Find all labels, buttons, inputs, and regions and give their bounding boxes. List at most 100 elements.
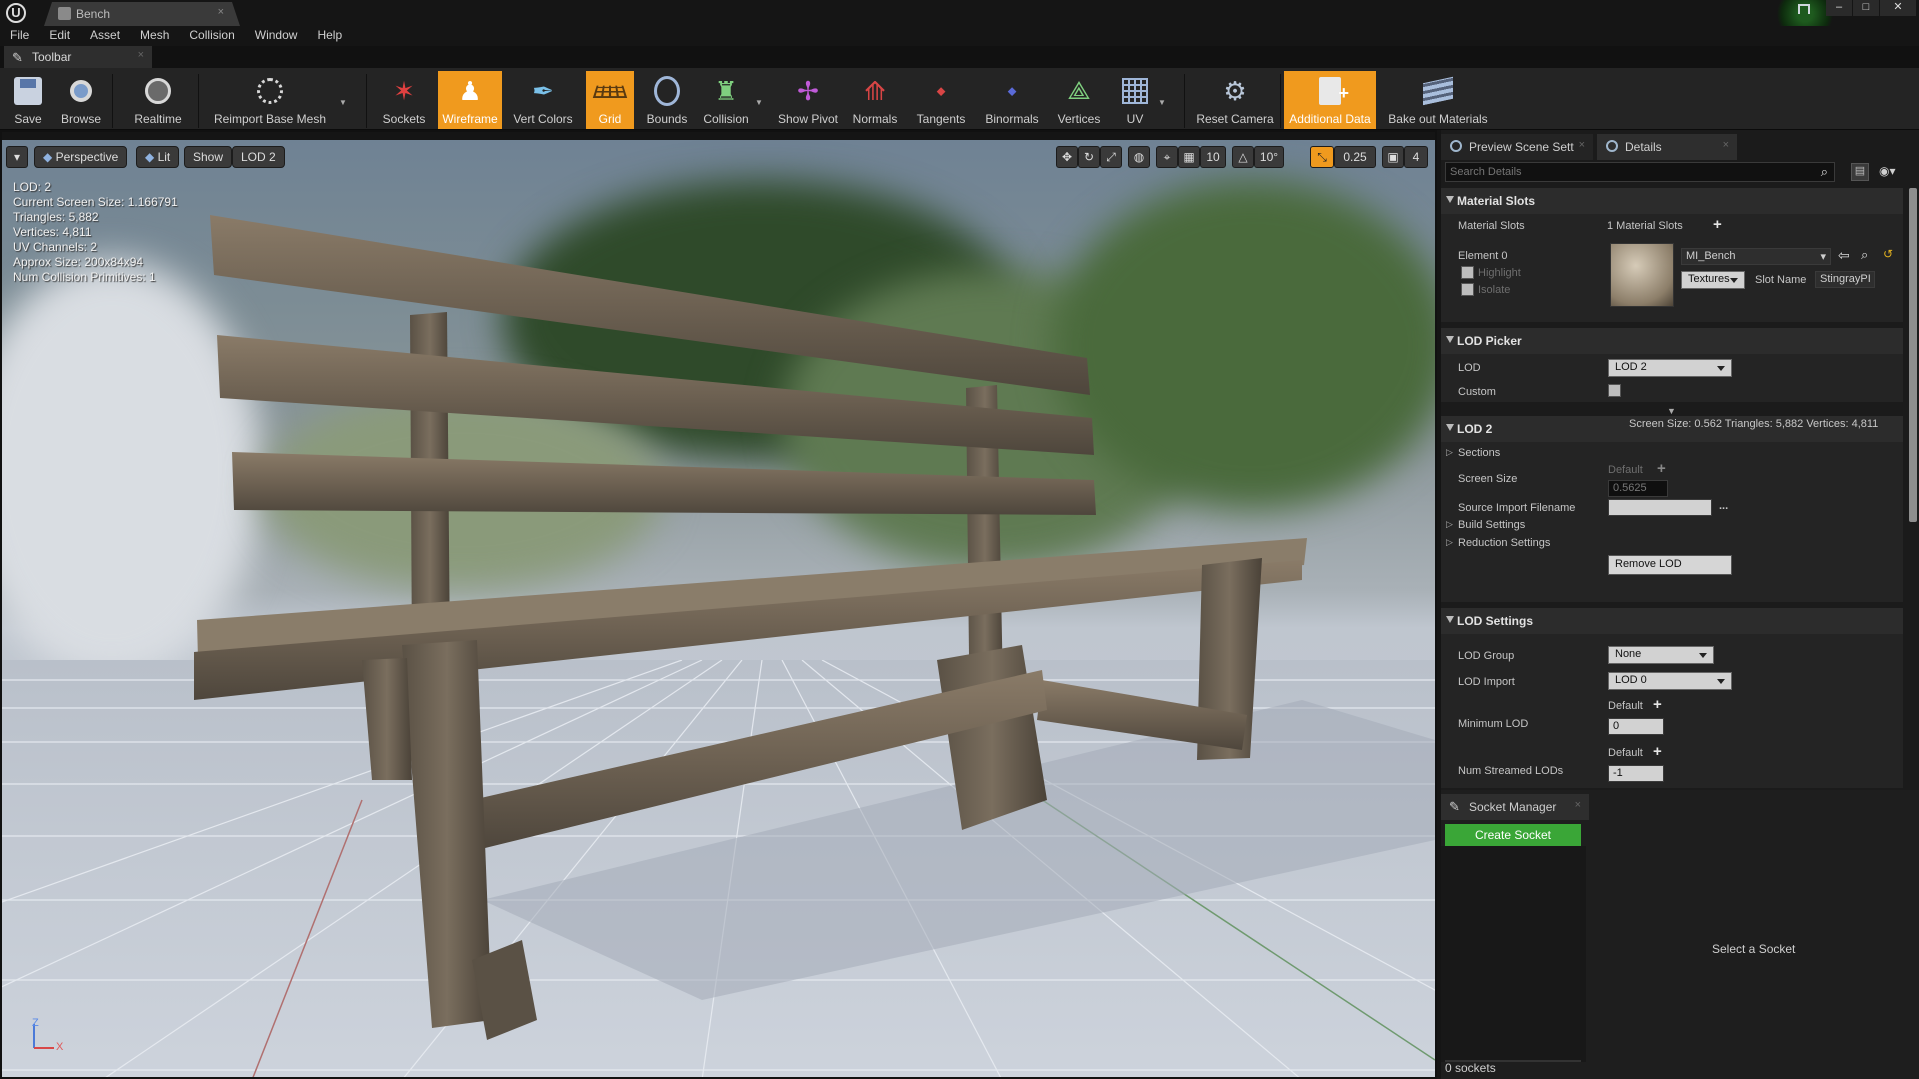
custom-lod-checkbox[interactable] xyxy=(1608,384,1621,397)
menu-edit[interactable]: Edit xyxy=(39,26,80,46)
perspective-button[interactable]: ◆ Perspective xyxy=(34,146,128,168)
create-socket-button[interactable]: Create Socket xyxy=(1445,824,1581,846)
grid-snap-icon[interactable]: ▦ xyxy=(1178,146,1200,168)
sections-expand-icon[interactable]: ▷ xyxy=(1446,447,1453,458)
lod-button[interactable]: LOD 2 xyxy=(232,146,285,168)
add-min-lod-override-icon[interactable]: + xyxy=(1653,696,1662,713)
scale-snap-value[interactable]: 0.25 xyxy=(1334,146,1376,168)
scale-mode-icon[interactable]: ⤢ xyxy=(1100,146,1122,168)
tangents-button[interactable]: ⬩ Tangents xyxy=(910,71,972,129)
num-streamed-lods-field[interactable]: -1 xyxy=(1608,765,1664,782)
wireframe-button[interactable]: ♟ Wireframe xyxy=(438,71,502,129)
screen-size-field[interactable]: 0.5625 xyxy=(1608,480,1668,497)
lod-picker-header[interactable]: LOD Picker xyxy=(1441,328,1903,354)
menu-collision[interactable]: Collision xyxy=(179,26,244,46)
lod-import-dropdown[interactable]: LOD 0 xyxy=(1608,672,1732,690)
coordinate-space-icon[interactable]: ◍ xyxy=(1128,146,1150,168)
reset-material-icon[interactable]: ↺ xyxy=(1883,247,1893,261)
use-selected-arrow-icon[interactable]: ⇦ xyxy=(1838,247,1850,264)
details-tab-close-icon[interactable]: × xyxy=(1723,139,1729,151)
vertices-button[interactable]: ⟁ Vertices xyxy=(1050,71,1108,129)
lod-group-dropdown[interactable]: None xyxy=(1608,646,1714,664)
search-box[interactable]: ⌕ xyxy=(1445,162,1835,182)
menu-mesh[interactable]: Mesh xyxy=(130,26,179,46)
viewport[interactable]: ▾ ◆ Perspective ◆ Lit Show LOD 2 ✥ ↻ ⤢ ◍… xyxy=(2,140,1435,1079)
camera-speed-icon[interactable]: ▣ xyxy=(1382,146,1404,168)
material-thumbnail[interactable] xyxy=(1610,243,1674,307)
menu-file[interactable]: File xyxy=(0,26,39,46)
maximize-button[interactable]: □ xyxy=(1853,0,1879,16)
camera-speed-value[interactable]: 4 xyxy=(1404,146,1428,168)
browse-file-button[interactable]: ... xyxy=(1719,500,1728,512)
textures-dropdown[interactable]: Textures xyxy=(1681,271,1745,289)
add-streamed-lods-override-icon[interactable]: + xyxy=(1653,743,1662,760)
minimum-lod-field[interactable]: 0 xyxy=(1608,718,1664,735)
notification-icon[interactable] xyxy=(1798,4,1810,14)
show-pivot-button[interactable]: ✢ Show Pivot xyxy=(774,71,842,129)
scale-snap-icon[interactable]: ⤡ xyxy=(1310,146,1334,168)
bake-out-materials-button[interactable]: Bake out Materials xyxy=(1382,71,1494,129)
socket-list[interactable] xyxy=(1441,846,1586,1062)
material-picker[interactable]: MI_Bench ▾ xyxy=(1681,248,1831,265)
highlight-checkbox[interactable] xyxy=(1461,266,1474,279)
surface-snap-icon[interactable]: ⌖ xyxy=(1156,146,1178,168)
browse-button[interactable]: Browse xyxy=(56,71,106,129)
lod2-header[interactable]: LOD 2 Screen Size: 0.562 Triangles: 5,88… xyxy=(1441,416,1903,442)
grid-snap-value[interactable]: 10 xyxy=(1200,146,1226,168)
search-input[interactable] xyxy=(1450,164,1800,180)
toolbar-tab-close-icon[interactable]: × xyxy=(138,49,144,61)
collision-dropdown-icon[interactable]: ▼ xyxy=(755,98,763,107)
viewport-options-button[interactable]: ▾ xyxy=(6,146,28,168)
add-screen-size-override-icon[interactable]: + xyxy=(1657,460,1666,477)
save-button[interactable]: Save xyxy=(6,71,50,129)
vert-colors-button[interactable]: ✒ Vert Colors xyxy=(508,71,578,129)
reset-camera-button[interactable]: ⚙ Reset Camera xyxy=(1192,71,1278,129)
material-slots-header[interactable]: Material Slots xyxy=(1441,188,1903,214)
add-material-slot-icon[interactable]: + xyxy=(1713,216,1722,233)
show-button[interactable]: Show xyxy=(184,146,233,168)
sockets-button[interactable]: ✶ Sockets xyxy=(378,71,430,129)
slot-name-field[interactable]: StingrayPI xyxy=(1815,271,1875,288)
asset-tab[interactable]: Bench × xyxy=(44,2,240,26)
reduction-settings-expand-icon[interactable]: ▷ xyxy=(1446,537,1453,548)
expand-arrow-icon[interactable]: ▼ xyxy=(1667,406,1676,416)
bounds-button[interactable]: Bounds xyxy=(640,71,694,129)
asset-tab-close-icon[interactable]: × xyxy=(218,6,224,18)
realtime-button[interactable]: Realtime xyxy=(126,71,190,129)
socket-manager-tab-close-icon[interactable]: × xyxy=(1575,799,1581,811)
tab-details[interactable]: Details × xyxy=(1597,134,1737,160)
source-import-field[interactable] xyxy=(1608,499,1712,516)
build-settings-expand-icon[interactable]: ▷ xyxy=(1446,519,1453,530)
uv-button[interactable]: UV xyxy=(1112,71,1158,129)
browse-material-icon[interactable]: ⌕ xyxy=(1861,247,1868,263)
rotation-snap-value[interactable]: 10° xyxy=(1254,146,1284,168)
collision-button[interactable]: ♜ Collision xyxy=(700,71,752,129)
minimize-button[interactable]: – xyxy=(1826,0,1852,16)
toolbar-tab[interactable]: ✎ Toolbar × xyxy=(4,46,152,68)
binormals-button[interactable]: ⬩ Binormals xyxy=(980,71,1044,129)
lit-button[interactable]: ◆ Lit xyxy=(136,146,180,168)
close-window-button[interactable]: ✕ xyxy=(1880,0,1916,16)
menu-window[interactable]: Window xyxy=(245,26,308,46)
reimport-base-mesh-button[interactable]: Reimport Base Mesh xyxy=(206,71,334,129)
view-options-eye-icon[interactable]: ◉▾ xyxy=(1879,164,1896,178)
additional-data-button[interactable]: + Additional Data xyxy=(1284,71,1376,129)
remove-lod-button[interactable]: Remove LOD xyxy=(1608,555,1732,575)
details-scrollbar[interactable] xyxy=(1909,188,1917,522)
menu-asset[interactable]: Asset xyxy=(80,26,130,46)
lod-picker-dropdown[interactable]: LOD 2 xyxy=(1608,359,1732,377)
uv-dropdown-icon[interactable]: ▼ xyxy=(1158,98,1166,107)
preview-scene-tab-close-icon[interactable]: × xyxy=(1579,139,1585,151)
property-matrix-icon[interactable]: ▤ xyxy=(1851,163,1869,181)
rotation-snap-icon[interactable]: △ xyxy=(1232,146,1254,168)
grid-button[interactable]: Grid xyxy=(586,71,634,129)
isolate-checkbox[interactable] xyxy=(1461,283,1474,296)
normals-button[interactable]: ⟰ Normals xyxy=(848,71,902,129)
lod-settings-header[interactable]: LOD Settings xyxy=(1441,608,1903,634)
tab-socket-manager[interactable]: ✎ Socket Manager × xyxy=(1441,794,1589,820)
reimport-dropdown-icon[interactable]: ▼ xyxy=(339,98,347,107)
tab-preview-scene-settings[interactable]: Preview Scene Sett × xyxy=(1441,134,1593,160)
rotate-mode-icon[interactable]: ↻ xyxy=(1078,146,1100,168)
translate-mode-icon[interactable]: ✥ xyxy=(1056,146,1078,168)
menu-help[interactable]: Help xyxy=(307,26,352,46)
